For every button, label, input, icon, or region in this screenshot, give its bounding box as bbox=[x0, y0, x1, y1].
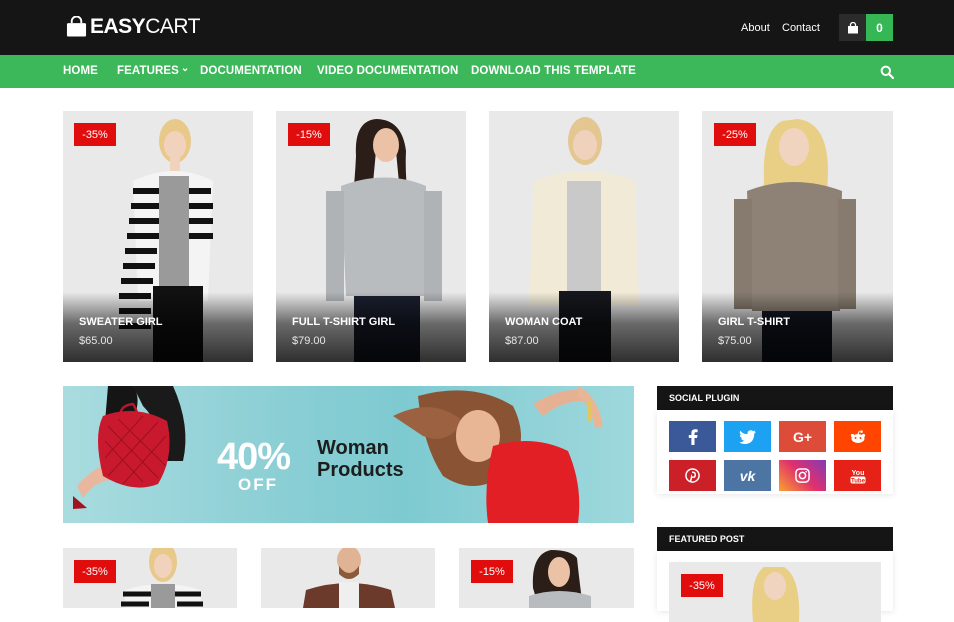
nav-documentation[interactable]: DOCUMENTATION bbox=[200, 65, 302, 77]
discount-badge: -35% bbox=[74, 560, 116, 583]
discount-badge: -35% bbox=[681, 574, 723, 597]
about-link[interactable]: About bbox=[741, 22, 770, 34]
product-name[interactable]: FULL T-SHIRT GIRL bbox=[292, 316, 395, 328]
product-card[interactable] bbox=[261, 548, 435, 608]
google-plus-icon[interactable]: G+ bbox=[779, 421, 826, 452]
banner-title-line2: Products bbox=[317, 459, 404, 481]
nav-download-template[interactable]: DOWNLOAD THIS TEMPLATE bbox=[471, 65, 636, 77]
search-icon[interactable] bbox=[880, 65, 894, 79]
featured-post-panel[interactable]: -35% bbox=[657, 551, 893, 622]
vk-icon[interactable]: vk bbox=[724, 460, 771, 491]
banner-percent: 40% bbox=[217, 436, 291, 478]
product-card[interactable]: -35% SWEATER GIRL $65.00 bbox=[63, 111, 253, 362]
discount-badge: -25% bbox=[714, 123, 756, 146]
top-header: EASYCART About Contact 0 bbox=[0, 0, 954, 55]
contact-link[interactable]: Contact bbox=[782, 22, 820, 34]
product-card[interactable]: -35% bbox=[63, 548, 237, 608]
chevron-down-icon: ⌄ bbox=[180, 63, 190, 74]
site-logo[interactable]: EASYCART bbox=[66, 14, 200, 40]
nav-video-documentation[interactable]: VIDEO DOCUMENTATION bbox=[317, 65, 458, 77]
main-nav: HOME FEATURES ⌄ DOCUMENTATION VIDEO DOCUM… bbox=[0, 55, 954, 88]
discount-badge: -15% bbox=[471, 560, 513, 583]
product-price: $87.00 bbox=[505, 335, 539, 347]
product-price: $79.00 bbox=[292, 335, 326, 347]
product-name[interactable]: GIRL T-SHIRT bbox=[718, 316, 790, 328]
product-card[interactable]: -15% bbox=[459, 548, 634, 608]
product-name[interactable]: SWEATER GIRL bbox=[79, 316, 163, 328]
discount-badge: -35% bbox=[74, 123, 116, 146]
reddit-icon[interactable] bbox=[834, 421, 881, 452]
facebook-icon[interactable] bbox=[669, 421, 716, 452]
pinterest-icon[interactable] bbox=[669, 460, 716, 491]
featured-post-title: FEATURED POST bbox=[657, 527, 893, 551]
nav-features[interactable]: FEATURES ⌄ bbox=[117, 63, 190, 77]
social-plugin-title: SOCIAL PLUGIN bbox=[657, 386, 893, 410]
banner-title-line1: Woman bbox=[317, 437, 389, 459]
cart-button[interactable]: 0 bbox=[839, 14, 893, 41]
logo-text-thin: CART bbox=[145, 15, 200, 38]
discount-badge: -15% bbox=[288, 123, 330, 146]
promo-banner[interactable]: 40% OFF Woman Products bbox=[63, 386, 634, 523]
product-price: $65.00 bbox=[79, 335, 113, 347]
banner-off: OFF bbox=[238, 475, 278, 494]
cart-icon-box bbox=[839, 14, 866, 41]
product-name[interactable]: WOMAN COAT bbox=[505, 316, 582, 328]
nav-features-label: FEATURES bbox=[117, 65, 179, 77]
youtube-icon[interactable]: You Tube bbox=[834, 460, 881, 491]
product-card[interactable]: -15% FULL T-SHIRT GIRL $79.00 bbox=[276, 111, 466, 362]
featured-post-image: -35% bbox=[669, 562, 881, 622]
svg-text:You: You bbox=[851, 470, 864, 477]
cart-bag-icon bbox=[847, 21, 858, 33]
nav-home[interactable]: HOME bbox=[63, 65, 98, 77]
product-card[interactable]: WOMAN COAT $87.00 bbox=[489, 111, 679, 362]
shopping-bag-icon bbox=[66, 16, 87, 37]
logo-text-bold: EASY bbox=[90, 15, 146, 38]
twitter-icon[interactable] bbox=[724, 421, 771, 452]
product-image-man-jacket bbox=[303, 548, 395, 608]
cart-count-badge: 0 bbox=[866, 14, 893, 41]
instagram-icon[interactable] bbox=[779, 460, 826, 491]
svg-text:Tube: Tube bbox=[851, 478, 866, 484]
product-card[interactable]: -25% GIRL T-SHIRT $75.00 bbox=[702, 111, 893, 362]
product-price: $75.00 bbox=[718, 335, 752, 347]
